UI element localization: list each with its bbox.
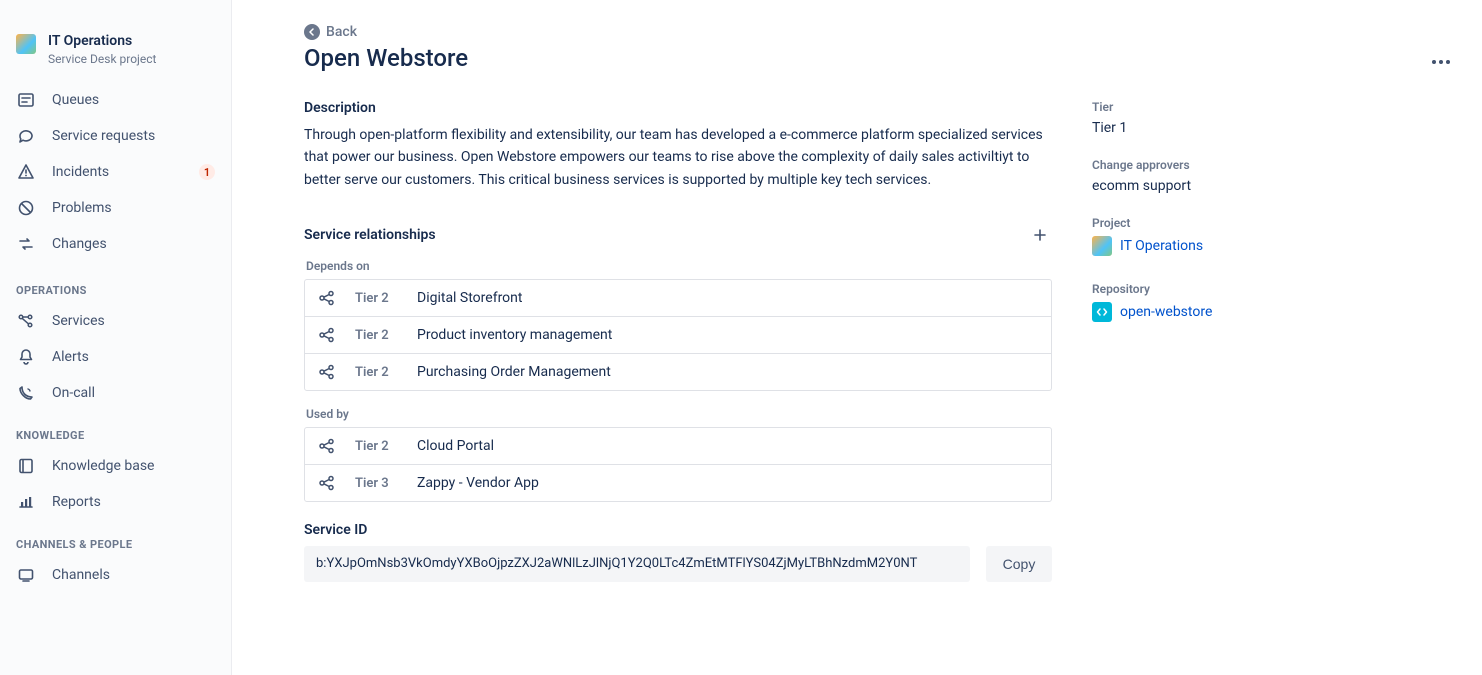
relationship-name: Purchasing Order Management — [417, 364, 611, 380]
project-link-icon — [1092, 236, 1112, 256]
sidebar-item-label: On-call — [52, 385, 215, 401]
tier-label: Tier — [1092, 100, 1392, 114]
service-id-heading: Service ID — [304, 522, 1052, 538]
changes-icon — [16, 234, 36, 254]
relationship-table: Tier 2 Cloud Portal Tier 3 Zappy - Vendor A… — [304, 427, 1052, 502]
relationship-row[interactable]: Tier 3 Zappy - Vendor App — [305, 465, 1051, 501]
relationship-group-label: Used by — [306, 407, 1052, 421]
code-icon — [1092, 302, 1112, 322]
sidebar-item-services[interactable]: Services — [8, 303, 223, 339]
copy-label: Copy — [1003, 556, 1036, 572]
relationship-row[interactable]: Tier 2 Product inventory management — [305, 317, 1051, 354]
repository-label: Repository — [1092, 282, 1392, 296]
project-header[interactable]: IT Operations Service Desk project — [8, 24, 223, 82]
oncall-icon — [16, 383, 36, 403]
relationship-tier: Tier 2 — [355, 365, 399, 380]
sidebar-item-label: Knowledge base — [52, 458, 215, 474]
relationship-row[interactable]: Tier 2 Cloud Portal — [305, 428, 1051, 465]
sidebar-item-knowledge-base[interactable]: Knowledge base — [8, 448, 223, 484]
description-heading: Description — [304, 100, 1052, 116]
relationship-name: Cloud Portal — [417, 438, 494, 454]
sidebar-group-label: CHANNELS & PEOPLE — [8, 520, 223, 557]
relationship-icon — [317, 325, 337, 345]
relationship-icon — [317, 436, 337, 456]
sidebar-item-label: Problems — [52, 200, 215, 216]
queues-icon — [16, 90, 36, 110]
channels-icon — [16, 565, 36, 585]
sidebar-item-label: Channels — [52, 567, 215, 583]
sidebar-item-queues[interactable]: Queues — [8, 82, 223, 118]
relationship-name: Zappy - Vendor App — [417, 475, 539, 491]
sidebar-item-service-requests[interactable]: Service requests — [8, 118, 223, 154]
sidebar-group-label: KNOWLEDGE — [8, 411, 223, 448]
description-body: Through open-platform flexibility and ex… — [304, 124, 1052, 191]
more-actions-button[interactable] — [1428, 56, 1454, 68]
sidebar-item-label: Changes — [52, 236, 215, 252]
service-id-value[interactable]: b:YXJpOmNsb3VkOmdyYXBoOjpzZXJ2aWNlLzJlNj… — [304, 546, 970, 582]
relationship-group-label: Depends on — [306, 259, 1052, 273]
reports-icon — [16, 492, 36, 512]
sidebar-item-label: Reports — [52, 494, 215, 510]
comment-icon — [16, 126, 36, 146]
sidebar-group-label: OPERATIONS — [8, 266, 223, 303]
sidebar-item-incidents[interactable]: Incidents 1 — [8, 154, 223, 190]
change-approvers-label: Change approvers — [1092, 158, 1392, 172]
relationship-icon — [317, 362, 337, 382]
sidebar-item-label: Queues — [52, 92, 215, 108]
sidebar-item-reports[interactable]: Reports — [8, 484, 223, 520]
change-approvers-value: ecomm support — [1092, 178, 1392, 194]
tier-value: Tier 1 — [1092, 120, 1392, 136]
copy-button[interactable]: Copy — [986, 546, 1052, 582]
sidebar-item-label: Incidents — [52, 164, 183, 180]
relationship-row[interactable]: Tier 2 Digital Storefront — [305, 280, 1051, 317]
project-link-label: Project — [1092, 216, 1392, 230]
incident-icon — [16, 162, 36, 182]
services-icon — [16, 311, 36, 331]
repository-link[interactable]: open-webstore — [1092, 302, 1212, 322]
relationship-name: Product inventory management — [417, 327, 612, 343]
sidebar-item-channels[interactable]: Channels — [8, 557, 223, 593]
alerts-icon — [16, 347, 36, 367]
plus-icon — [1032, 227, 1048, 243]
project-link[interactable]: IT Operations — [1092, 236, 1203, 256]
relationship-icon — [317, 473, 337, 493]
back-arrow-icon — [304, 24, 320, 40]
sidebar-item-label: Alerts — [52, 349, 215, 365]
back-link[interactable]: Back — [304, 24, 357, 40]
relationship-icon — [317, 288, 337, 308]
sidebar-item-problems[interactable]: Problems — [8, 190, 223, 226]
project-subtitle: Service Desk project — [48, 52, 156, 66]
project-icon — [16, 34, 36, 54]
sidebar-item-alerts[interactable]: Alerts — [8, 339, 223, 375]
add-relationship-button[interactable] — [1028, 223, 1052, 247]
project-name: IT Operations — [48, 32, 156, 50]
project-link-text: IT Operations — [1120, 238, 1203, 254]
sidebar-item-on-call[interactable]: On-call — [8, 375, 223, 411]
problem-icon — [16, 198, 36, 218]
sidebar-item-changes[interactable]: Changes — [8, 226, 223, 262]
relationship-table: Tier 2 Digital Storefront Tier 2 Product in… — [304, 279, 1052, 391]
sidebar: IT Operations Service Desk project Queue… — [0, 0, 232, 675]
back-label: Back — [326, 24, 357, 40]
repository-link-text: open-webstore — [1120, 304, 1212, 320]
relationships-heading: Service relationships — [304, 227, 436, 243]
relationship-name: Digital Storefront — [417, 290, 522, 306]
relationship-tier: Tier 3 — [355, 476, 399, 491]
relationship-tier: Tier 2 — [355, 328, 399, 343]
kb-icon — [16, 456, 36, 476]
sidebar-item-label: Service requests — [52, 128, 215, 144]
relationship-tier: Tier 2 — [355, 291, 399, 306]
sidebar-item-label: Services — [52, 313, 215, 329]
badge: 1 — [199, 164, 215, 180]
relationship-tier: Tier 2 — [355, 439, 399, 454]
page-title: Open Webstore — [304, 44, 1052, 72]
relationship-row[interactable]: Tier 2 Purchasing Order Management — [305, 354, 1051, 390]
